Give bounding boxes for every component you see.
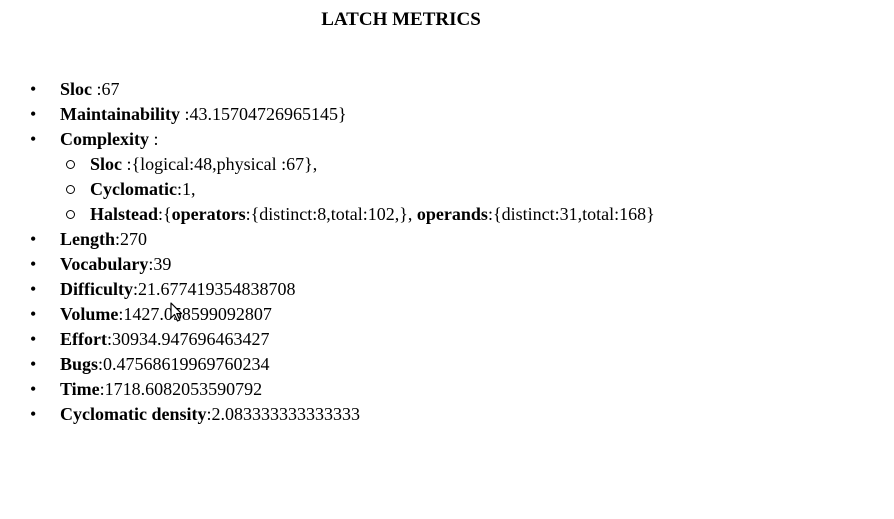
metric-value: :21.677419354838708 — [132, 279, 296, 299]
metric-value: :1, — [176, 179, 196, 199]
metric-label: Length — [60, 229, 116, 249]
complexity-sloc: Sloc :{logical:48,physical :67}, — [66, 152, 655, 177]
metric-label: Vocabulary — [60, 254, 149, 274]
metric-value: :0.47568619969760234 — [98, 354, 270, 374]
metric-sloc: Sloc :67 — [30, 77, 655, 102]
metric-value: :30934.947696463427 — [106, 329, 270, 349]
metric-complexity: Complexity : Sloc :{logical:48,physical … — [30, 127, 655, 227]
metric-value: :270 — [115, 229, 148, 249]
metric-label: Halstead — [90, 204, 159, 224]
metric-label: Sloc — [90, 154, 123, 174]
mouse-pointer-icon — [170, 302, 183, 322]
halstead-operands-label: operands — [416, 204, 488, 224]
metric-value: :43.15704726965145} — [180, 104, 347, 124]
metric-difficulty: Difficulty:21.677419354838708 — [30, 277, 655, 302]
metric-value: :2.083333333333333 — [206, 404, 360, 424]
metric-time: Time:1718.6082053590792 — [30, 377, 655, 402]
complexity-cyclomatic: Cyclomatic:1, — [66, 177, 655, 202]
page-title: LATCH METRICS — [321, 9, 481, 30]
metric-maintainability: Maintainability :43.15704726965145} — [30, 102, 655, 127]
metric-label: Sloc — [60, 79, 93, 99]
metric-bugs: Bugs:0.47568619969760234 — [30, 352, 655, 377]
metric-label: Cyclomatic density — [60, 404, 207, 424]
metric-label: Effort — [60, 329, 107, 349]
metric-effort: Effort:30934.947696463427 — [30, 327, 655, 352]
metric-label: Time — [60, 379, 100, 399]
metric-vocabulary: Vocabulary:39 — [30, 252, 655, 277]
metric-value: :39 — [148, 254, 172, 274]
metric-length: Length:270 — [30, 227, 655, 252]
metric-volume: Volume:1427.058599092807 — [30, 302, 655, 327]
metric-value: :67 — [92, 79, 120, 99]
metric-value: :{logical:48,physical :67}, — [122, 154, 318, 174]
metric-cyclomatic-density: Cyclomatic density:2.083333333333333 — [30, 402, 655, 427]
halstead-operands-value: :{distinct:31,total:168} — [487, 204, 655, 224]
metric-label: Difficulty — [60, 279, 133, 299]
metric-label: Bugs — [60, 354, 99, 374]
metric-value: :1718.6082053590792 — [99, 379, 263, 399]
metric-label: Complexity — [60, 129, 149, 149]
halstead-operators-value: :{distinct:8,total:102,}, — [245, 204, 413, 224]
halstead-sep: :{ — [158, 204, 172, 224]
metric-label: Maintainability — [60, 104, 181, 124]
metric-value: :1427.058599092807 — [118, 304, 272, 324]
metrics-list: Sloc :67 Maintainability :43.15704726965… — [0, 77, 655, 427]
metric-label: Volume — [60, 304, 119, 324]
complexity-sublist: Sloc :{logical:48,physical :67}, Cycloma… — [60, 152, 655, 227]
halstead-operators-label: operators — [171, 204, 246, 224]
complexity-halstead: Halstead:{operators:{distinct:8,total:10… — [66, 202, 655, 227]
metric-label: Cyclomatic — [90, 179, 177, 199]
metric-value: : — [149, 129, 159, 149]
